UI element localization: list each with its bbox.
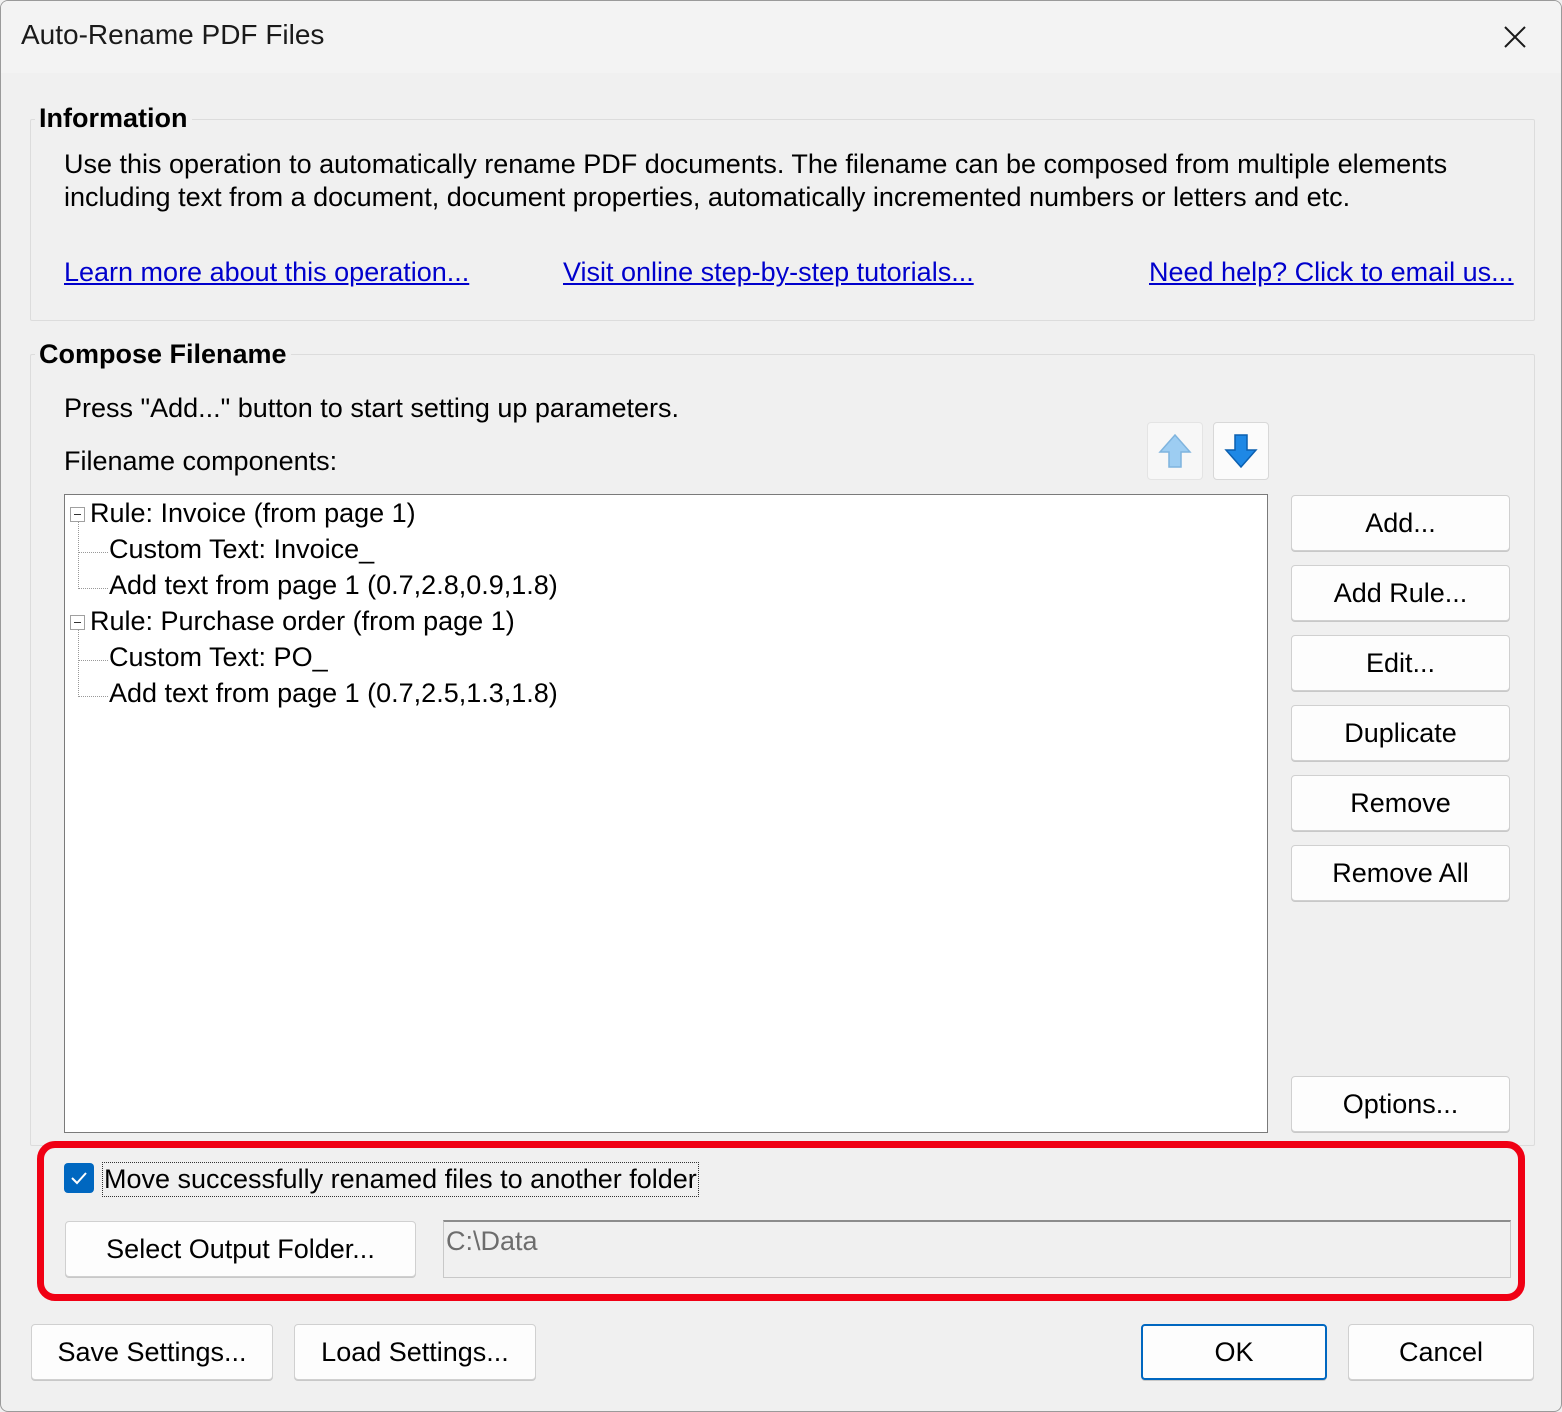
move-up-button[interactable] bbox=[1147, 422, 1203, 480]
tree-child-item[interactable]: Add text from page 1 (0.7,2.5,1.3,1.8) bbox=[109, 678, 558, 709]
filename-components-tree[interactable]: Rule: Invoice (from page 1) Custom Text:… bbox=[64, 494, 1268, 1133]
add-rule-button[interactable]: Add Rule... bbox=[1291, 565, 1510, 621]
remove-all-button[interactable]: Remove All bbox=[1291, 845, 1510, 901]
title-bar: Auto-Rename PDF Files bbox=[1, 1, 1561, 73]
tree-rule-item[interactable]: Rule: Purchase order (from page 1) bbox=[90, 606, 515, 637]
collapse-toggle-icon[interactable] bbox=[70, 615, 85, 630]
add-button[interactable]: Add... bbox=[1291, 495, 1510, 551]
arrow-down-icon bbox=[1224, 434, 1258, 469]
edit-button[interactable]: Edit... bbox=[1291, 635, 1510, 691]
tree-child-item[interactable]: Add text from page 1 (0.7,2.8,0.9,1.8) bbox=[109, 570, 558, 601]
tree-rule-item[interactable]: Rule: Invoice (from page 1) bbox=[90, 498, 416, 529]
options-button[interactable]: Options... bbox=[1291, 1076, 1510, 1132]
help-email-link[interactable]: Need help? Click to email us... bbox=[1149, 257, 1514, 288]
compose-instruction: Press "Add..." button to start setting u… bbox=[64, 393, 679, 423]
load-settings-button[interactable]: Load Settings... bbox=[294, 1324, 536, 1380]
save-settings-button[interactable]: Save Settings... bbox=[31, 1324, 273, 1380]
tree-child-item[interactable]: Custom Text: PO_ bbox=[109, 642, 328, 673]
collapse-toggle-icon[interactable] bbox=[70, 507, 85, 522]
close-icon bbox=[1504, 26, 1526, 48]
information-description-line1: Use this operation to automatically rena… bbox=[64, 149, 1448, 179]
ok-button[interactable]: OK bbox=[1141, 1324, 1327, 1380]
duplicate-button[interactable]: Duplicate bbox=[1291, 705, 1510, 761]
window-title: Auto-Rename PDF Files bbox=[21, 19, 325, 50]
cancel-button[interactable]: Cancel bbox=[1348, 1324, 1534, 1380]
information-description-line2: including text from a document, document… bbox=[64, 182, 1351, 212]
auto-rename-dialog: Auto-Rename PDF Files Information Use th… bbox=[0, 0, 1562, 1412]
information-heading: Information bbox=[35, 103, 192, 134]
tutorials-link[interactable]: Visit online step-by-step tutorials... bbox=[563, 257, 974, 288]
tree-child-item[interactable]: Custom Text: Invoice_ bbox=[109, 534, 374, 565]
highlight-annotation bbox=[37, 1141, 1525, 1301]
close-button[interactable] bbox=[1469, 1, 1561, 73]
filename-components-label: Filename components: bbox=[64, 446, 338, 476]
learn-more-link[interactable]: Learn more about this operation... bbox=[64, 257, 469, 288]
compose-filename-heading: Compose Filename bbox=[35, 339, 291, 370]
remove-button[interactable]: Remove bbox=[1291, 775, 1510, 831]
move-down-button[interactable] bbox=[1213, 422, 1269, 480]
arrow-up-icon bbox=[1158, 433, 1192, 468]
